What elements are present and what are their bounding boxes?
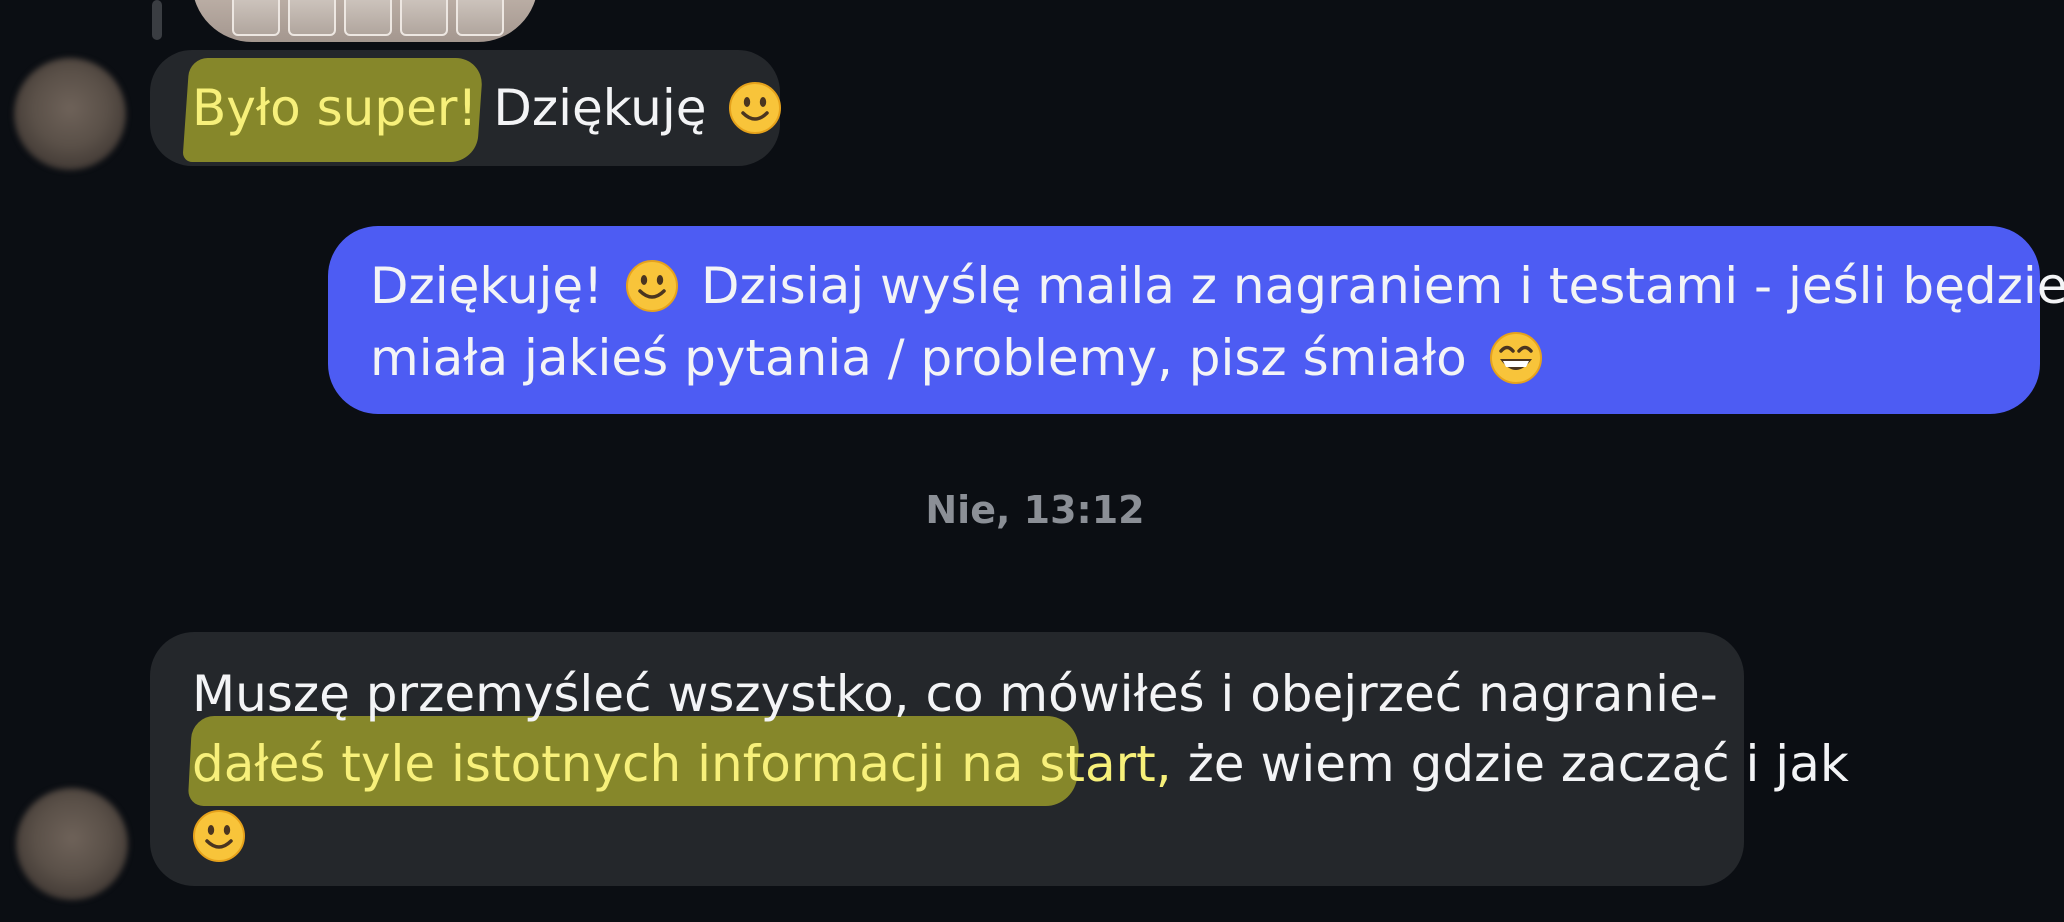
highlighted-text: Było super! (192, 79, 478, 137)
message-text: że wiem gdzie zacząć i jak (1171, 735, 1849, 793)
grinning-face-with-smiling-eyes-icon (1489, 331, 1543, 385)
message-text: Muszę przemyśleć wszystko, co mówiłeś i … (192, 665, 1718, 723)
message-text: Dzisiaj wyślę maila z nagraniem i testam… (701, 257, 2064, 315)
avatar[interactable] (14, 58, 126, 170)
chat-thread: Było super! Dziękuję Dziękuję! Dzisiaj w… (0, 0, 2064, 922)
slightly-smiling-face-icon (728, 81, 782, 135)
message-text: Dziękuję (493, 79, 707, 137)
slightly-smiling-face-icon (625, 259, 679, 313)
highlighted-text: dałeś tyle istotnych informacji na start… (192, 735, 1172, 793)
message-bubble-outgoing[interactable]: Dziękuję! Dzisiaj wyślę maila z nagranie… (328, 226, 2064, 414)
message-text: Dziękuję! (370, 257, 604, 315)
date-time-divider: Nie, 13:12 (925, 488, 1145, 532)
photo-attachment[interactable] (192, 0, 538, 42)
slightly-smiling-face-icon (192, 809, 246, 863)
avatar[interactable] (16, 788, 128, 900)
message-text: miała jakieś pytania / problemy, pisz śm… (370, 329, 1467, 387)
message-bubble-incoming[interactable]: Było super! Dziękuję (150, 50, 782, 166)
reply-indicator-bar (152, 0, 162, 40)
message-bubble-incoming[interactable]: Muszę przemyśleć wszystko, co mówiłeś i … (150, 632, 1849, 886)
